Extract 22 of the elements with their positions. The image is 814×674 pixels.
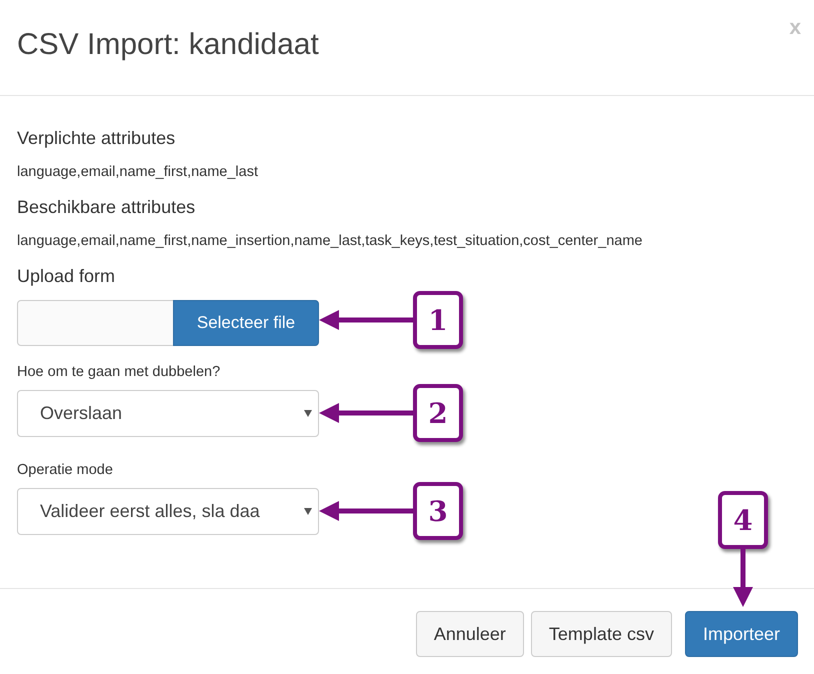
callout-number: 4 [718, 491, 768, 549]
section-heading: Upload form [17, 265, 116, 288]
caret-icon [304, 410, 312, 417]
dropdown[interactable]: Valideer eerst alles, sla daa [17, 488, 319, 535]
field-label: Operatie mode [17, 461, 114, 480]
section-heading: Beschikbare attributes [17, 196, 196, 219]
caret-icon [304, 508, 312, 515]
file-input[interactable]: Selecteer file [17, 300, 319, 346]
callout-number: 3 [413, 482, 463, 540]
dropdown[interactable]: Overslaan [17, 390, 319, 437]
footer-button[interactable]: Annuleer [416, 611, 524, 657]
field-label: Hoe om te gaan met dubbelen? [17, 363, 222, 382]
import-button[interactable]: Importeer [684, 611, 798, 657]
callout-number: 2 [413, 384, 463, 442]
callout-arrow [732, 549, 754, 607]
section-heading: Verplichte attributes [17, 127, 176, 150]
dialog-title: CSV Import: kandidaat [17, 27, 319, 63]
footer-button[interactable]: Template csv [530, 611, 672, 657]
select-file-button[interactable]: Selecteer file [173, 300, 319, 346]
attribute-list: language,email,name_first,name_insertion,name_last,task_keys,test_situation,cost_center_name [17, 231, 797, 251]
callout-number: 1 [413, 291, 463, 349]
attribute-list: language,email,name_first,name_last [17, 162, 797, 182]
